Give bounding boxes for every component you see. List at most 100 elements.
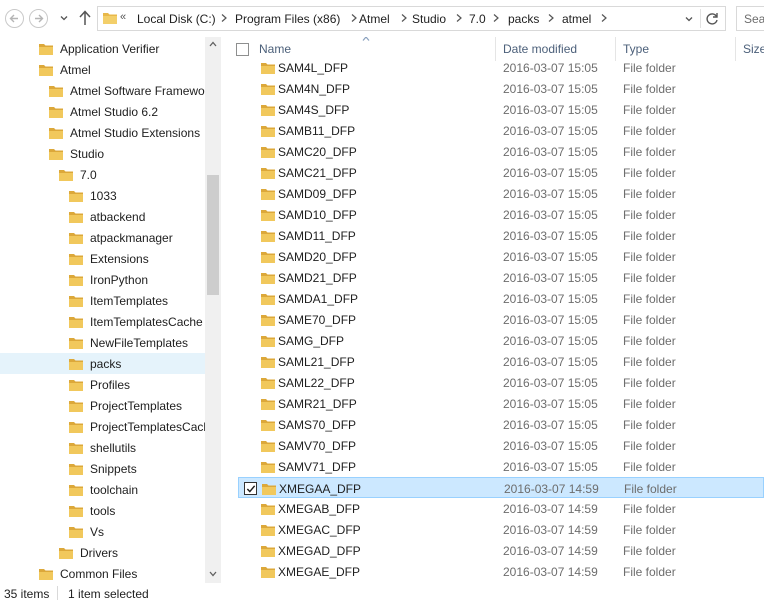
file-name: XMEGAA_DFP: [279, 482, 362, 496]
tree-item-itemtemplates[interactable]: ItemTemplates: [68, 290, 168, 311]
tree-item-projecttemplatescache[interactable]: ProjectTemplatesCach: [68, 416, 210, 437]
file-type: File folder: [623, 187, 676, 201]
breadcrumb-chevron-icon[interactable]: [455, 13, 463, 23]
breadcrumb-chevron-icon[interactable]: [600, 13, 608, 23]
file-row[interactable]: SAMR21_DFP 2016-03-07 15:05 File folder: [238, 393, 764, 414]
tree-item-label: Atmel Studio Extensions: [70, 125, 201, 140]
file-row[interactable]: SAM4S_DFP 2016-03-07 15:05 File folder: [238, 99, 764, 120]
file-row[interactable]: SAMD20_DFP 2016-03-07 15:05 File folder: [238, 246, 764, 267]
file-row[interactable]: XMEGAC_DFP 2016-03-07 14:59 File folder: [238, 519, 764, 540]
column-size[interactable]: Size: [743, 42, 764, 56]
breadcrumb-chevron-icon[interactable]: [350, 13, 358, 23]
file-row[interactable]: SAML21_DFP 2016-03-07 15:05 File folder: [238, 351, 764, 372]
file-row[interactable]: SAMG_DFP 2016-03-07 15:05 File folder: [238, 330, 764, 351]
tree-item-atbackend[interactable]: atbackend: [68, 206, 145, 227]
file-row[interactable]: SAML22_DFP 2016-03-07 15:05 File folder: [238, 372, 764, 393]
file-row[interactable]: XMEGAB_DFP 2016-03-07 14:59 File folder: [238, 498, 764, 519]
file-row[interactable]: SAMC21_DFP 2016-03-07 15:05 File folder: [238, 162, 764, 183]
file-row[interactable]: SAMB11_DFP 2016-03-07 15:05 File folder: [238, 120, 764, 141]
file-row[interactable]: SAMC20_DFP 2016-03-07 15:05 File folder: [238, 141, 764, 162]
tree-item-toolchain[interactable]: toolchain: [68, 479, 138, 500]
file-row[interactable]: SAMD09_DFP 2016-03-07 15:05 File folder: [238, 183, 764, 204]
column-name[interactable]: Name: [259, 42, 291, 56]
file-row[interactable]: SAME70_DFP 2016-03-07 15:05 File folder: [238, 309, 764, 330]
tree-item-atmel-studio-extensions[interactable]: Atmel Studio Extensions: [48, 122, 200, 143]
breadcrumb-chevron-icon[interactable]: [547, 13, 555, 23]
tree-item-application-verifier[interactable]: Application Verifier: [38, 38, 159, 59]
tree-item-drivers[interactable]: Drivers: [58, 542, 118, 563]
tree-item-label: Extensions: [90, 251, 149, 266]
file-row[interactable]: SAMS70_DFP 2016-03-07 15:05 File folder: [238, 414, 764, 435]
file-type: File folder: [623, 82, 676, 96]
tree-item-projecttemplates[interactable]: ProjectTemplates: [68, 395, 182, 416]
tree-item-extensions[interactable]: Extensions: [68, 248, 149, 269]
search-placeholder[interactable]: Sea: [744, 12, 764, 26]
scroll-up-arrow-icon[interactable]: [209, 41, 217, 47]
refresh-icon[interactable]: [704, 11, 720, 27]
file-row[interactable]: SAMD21_DFP 2016-03-07 15:05 File folder: [238, 267, 764, 288]
file-name: SAMD09_DFP: [278, 187, 357, 201]
file-row[interactable]: SAMDA1_DFP 2016-03-07 15:05 File folder: [238, 288, 764, 309]
breadcrumb-7-0[interactable]: 7.0: [469, 12, 486, 26]
tree-item-snippets[interactable]: Snippets: [68, 458, 137, 479]
tree-item-label: tools: [90, 503, 116, 518]
tree-item-common-files[interactable]: Common Files: [38, 563, 137, 583]
tree-item-1033[interactable]: 1033: [68, 185, 117, 206]
file-row-selected[interactable]: XMEGAA_DFP 2016-03-07 14:59 File folder: [238, 477, 764, 498]
breadcrumb-local-disk[interactable]: Local Disk (C:): [137, 12, 216, 26]
overflow-chevrons[interactable]: «: [120, 11, 126, 23]
forward-button[interactable]: [29, 9, 48, 28]
file-row[interactable]: SAMD10_DFP 2016-03-07 15:05 File folder: [238, 204, 764, 225]
tree-item-profiles[interactable]: Profiles: [68, 374, 130, 395]
search-box[interactable]: Sea: [736, 6, 764, 31]
breadcrumb-chevron-icon[interactable]: [492, 13, 500, 23]
tree-item-atmel-studio-6-2[interactable]: Atmel Studio 6.2: [48, 101, 158, 122]
breadcrumb-atmel[interactable]: Atmel: [359, 12, 390, 26]
nav-scrollbar[interactable]: [205, 37, 221, 583]
file-type: File folder: [623, 208, 676, 222]
address-bar[interactable]: « Local Disk (C:) Program Files (x86) At…: [97, 6, 726, 31]
breadcrumb-packs[interactable]: packs: [508, 12, 539, 26]
up-arrow-icon[interactable]: [77, 9, 93, 27]
column-date-modified[interactable]: Date modified: [503, 42, 577, 56]
select-all-checkbox[interactable]: [236, 43, 249, 56]
tree-item-tools[interactable]: tools: [68, 500, 115, 521]
breadcrumb-chevron-icon[interactable]: [400, 13, 408, 23]
file-row[interactable]: XMEGAE_DFP 2016-03-07 14:59 File folder: [238, 561, 764, 582]
file-row[interactable]: SAM4N_DFP 2016-03-07 15:05 File folder: [238, 78, 764, 99]
folder-icon: [261, 357, 275, 368]
scroll-down-arrow-icon[interactable]: [209, 571, 217, 577]
address-history-chevron-down-icon[interactable]: [684, 14, 694, 24]
row-checkbox[interactable]: [244, 482, 257, 495]
tree-item-label: ProjectTemplates: [90, 398, 183, 413]
tree-item-atmel-software-framework[interactable]: Atmel Software Framewor: [48, 80, 209, 101]
file-row[interactable]: XMEGAD_DFP 2016-03-07 14:59 File folder: [238, 540, 764, 561]
tree-item-atmel[interactable]: Atmel: [38, 59, 91, 80]
folder-icon: [69, 505, 83, 517]
file-row[interactable]: SAM4L_DFP 2016-03-07 15:05 File folder: [238, 57, 764, 78]
tree-item-label: atpackmanager: [90, 230, 173, 245]
tree-item-packs[interactable]: packs: [0, 353, 205, 374]
recent-locations-chevron-down-icon[interactable]: [58, 12, 70, 24]
tree-item-itemtemplatescache[interactable]: ItemTemplatesCache: [68, 311, 203, 332]
tree-item-ironpython[interactable]: IronPython: [68, 269, 148, 290]
folder-icon: [69, 316, 83, 328]
tree-item-shellutils[interactable]: shellutils: [68, 437, 136, 458]
tree-item-7-0[interactable]: 7.0: [58, 164, 97, 185]
back-button[interactable]: [5, 9, 24, 28]
scrollbar-thumb[interactable]: [207, 175, 219, 295]
folder-icon: [39, 568, 53, 580]
file-row[interactable]: SAMD11_DFP 2016-03-07 15:05 File folder: [238, 225, 764, 246]
tree-item-vs[interactable]: Vs: [68, 521, 104, 542]
file-row[interactable]: SAMV70_DFP 2016-03-07 15:05 File folder: [238, 435, 764, 456]
breadcrumb-studio[interactable]: Studio: [412, 12, 446, 26]
tree-item-atpackmanager[interactable]: atpackmanager: [68, 227, 173, 248]
tree-item-studio[interactable]: Studio: [48, 143, 104, 164]
tree-item-newfiletemplates[interactable]: NewFileTemplates: [68, 332, 188, 353]
file-row[interactable]: SAMV71_DFP 2016-03-07 15:05 File folder: [238, 456, 764, 477]
column-type[interactable]: Type: [623, 42, 649, 56]
file-name: SAMD21_DFP: [278, 271, 357, 285]
breadcrumb-atmel-current[interactable]: atmel: [562, 12, 591, 26]
breadcrumb-program-files[interactable]: Program Files (x86): [235, 12, 340, 26]
breadcrumb-chevron-icon[interactable]: [220, 13, 228, 23]
